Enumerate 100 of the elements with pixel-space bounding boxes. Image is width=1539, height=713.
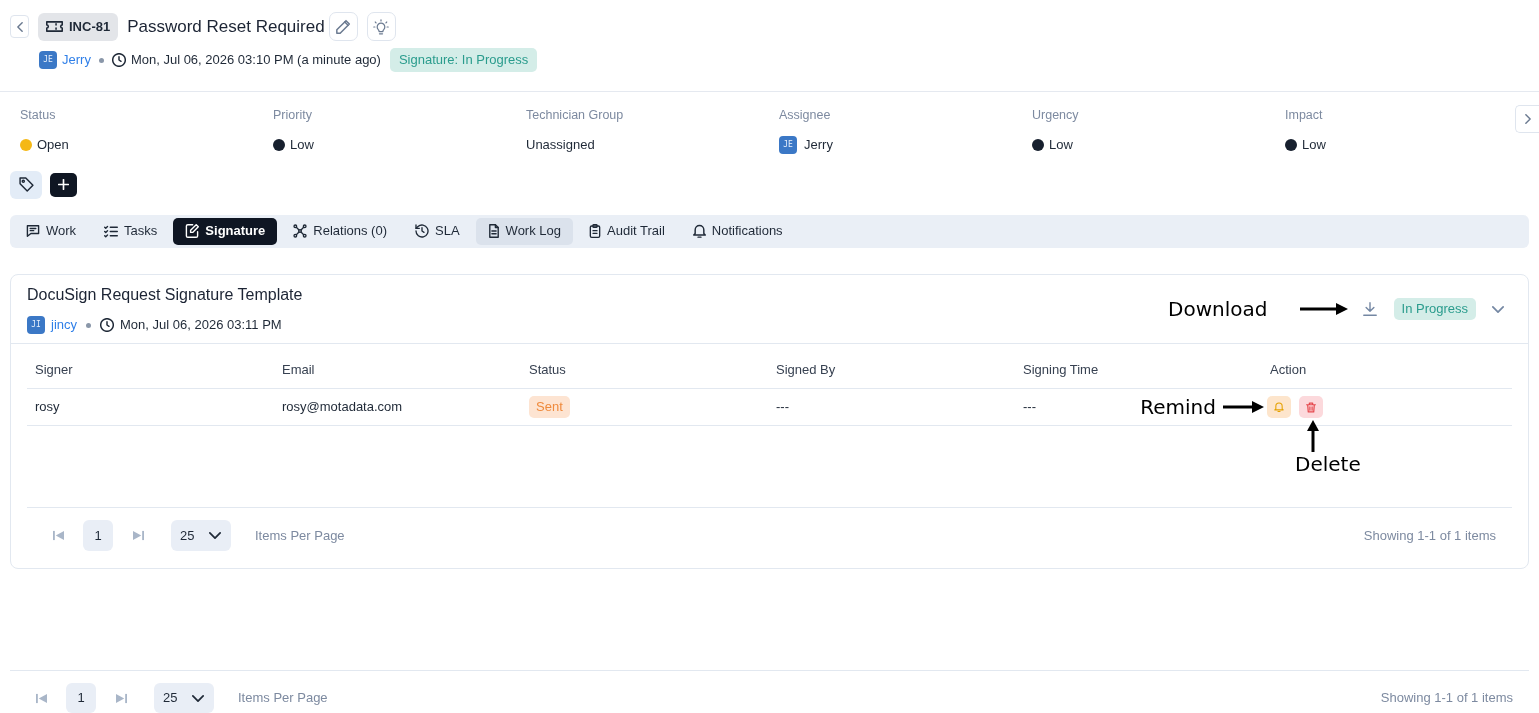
last-page-button[interactable] <box>133 530 144 541</box>
column-header: Email <box>282 362 315 378</box>
delete-button[interactable] <box>1299 396 1323 418</box>
suggestion-button[interactable] <box>366 12 396 41</box>
created-time: Mon, Jul 06, 2026 03:10 PM (a minute ago) <box>130 51 381 70</box>
download-button[interactable] <box>1360 300 1379 319</box>
column-header: Signing Time <box>1023 362 1099 378</box>
field-value: Low <box>1049 135 1073 154</box>
request-status-badge: In Progress <box>1393 298 1476 321</box>
field-label: Technician Group <box>526 107 624 123</box>
field-label: Status <box>20 107 56 123</box>
chevron-left-icon <box>16 21 23 32</box>
first-page-button[interactable] <box>36 692 47 704</box>
ticket-title: Password Reset Required <box>127 15 325 38</box>
message-icon <box>26 224 40 238</box>
field-label: Impact <box>1285 107 1323 123</box>
annotation-arrow <box>1307 420 1319 452</box>
table-cell: --- <box>776 399 789 415</box>
annotation-arrow <box>1223 401 1264 413</box>
add-tag-button[interactable] <box>50 172 77 197</box>
page-size-label: Items Per Page <box>255 526 345 545</box>
requester-link[interactable]: Jerry <box>62 50 91 70</box>
column-header: Action <box>1270 362 1307 378</box>
lightbulb-icon <box>373 18 390 35</box>
avatar-initials: JI <box>27 316 45 334</box>
annotation-label: Download <box>1168 297 1268 322</box>
annotation-label: Remind <box>1140 395 1216 419</box>
tab[interactable]: Notifications <box>680 217 795 245</box>
avatar-initials: JE <box>39 51 57 69</box>
signature-icon <box>185 224 200 238</box>
back-button[interactable] <box>10 15 29 38</box>
plus-icon <box>58 179 69 190</box>
tab[interactable]: Work <box>14 217 89 245</box>
last-page-icon <box>116 692 127 704</box>
chevron-down-icon <box>192 694 204 702</box>
clipboard-icon <box>589 224 601 238</box>
field-value: Unassigned <box>526 135 595 154</box>
first-page-icon <box>36 692 47 704</box>
chevron-down-icon <box>209 532 221 539</box>
tab[interactable]: Work Log <box>475 217 573 245</box>
items-summary: Showing 1-1 of 1 items <box>1363 526 1496 545</box>
trash-icon <box>1306 401 1316 413</box>
network-icon <box>293 224 308 238</box>
chevron-down-icon <box>1492 305 1504 313</box>
avatar-initials: JE <box>779 135 797 154</box>
checklist-icon <box>104 224 119 238</box>
annotation-arrow <box>1299 303 1348 316</box>
page-size-select[interactable]: 25 <box>154 683 214 713</box>
chevron-right-icon <box>1524 114 1531 124</box>
table-cell: --- <box>1023 399 1036 415</box>
history-icon <box>415 224 429 238</box>
document-icon <box>487 224 500 238</box>
tab[interactable]: SLA <box>403 217 472 245</box>
tab[interactable]: Signature <box>173 217 278 245</box>
page-button[interactable]: 1 <box>66 683 96 713</box>
page-size-label: Items Per Page <box>238 689 328 708</box>
side-panel-toggle[interactable] <box>1515 105 1539 133</box>
clock-icon <box>111 53 126 67</box>
bell-icon <box>1274 402 1284 412</box>
download-icon <box>1362 302 1377 317</box>
tags-button[interactable] <box>10 170 42 199</box>
last-page-button[interactable] <box>116 692 127 704</box>
remind-button[interactable] <box>1267 396 1291 418</box>
field-label: Priority <box>273 107 312 123</box>
field-value: Open <box>37 135 69 154</box>
separator-dot-icon <box>98 57 104 63</box>
tag-icon <box>18 177 34 192</box>
collapse-button[interactable] <box>1490 303 1506 315</box>
page-button[interactable]: 1 <box>83 520 113 551</box>
items-summary: Showing 1-1 of 1 items <box>1380 689 1513 708</box>
first-page-icon <box>53 530 64 541</box>
column-header: Signed By <box>776 362 836 378</box>
annotation-label: Delete <box>1295 452 1361 476</box>
field-label: Assignee <box>779 107 831 123</box>
pencil-icon <box>335 19 351 34</box>
last-page-icon <box>133 530 144 541</box>
tab[interactable]: Audit Trail <box>577 217 677 245</box>
tab[interactable]: Relations (0) <box>281 217 399 245</box>
ticket-id: INC-81 <box>69 17 111 36</box>
column-header: Signer <box>35 362 73 378</box>
tab[interactable]: Tasks <box>92 217 170 245</box>
field-value: Low <box>1302 135 1326 154</box>
field-value: Low <box>290 135 314 154</box>
ticket-icon <box>46 21 63 32</box>
separator-dot-icon <box>86 322 91 328</box>
author-link[interactable]: jincy <box>51 315 77 335</box>
bell-icon <box>692 224 706 238</box>
clock-icon <box>100 318 114 332</box>
column-header: Status <box>529 362 566 378</box>
field-label: Urgency <box>1032 107 1079 123</box>
table-cell: rosy <box>35 399 60 415</box>
signature-status-badge: Signature: In Progress <box>389 48 538 72</box>
page-size-select[interactable]: 25 <box>171 520 231 551</box>
request-title: DocuSign Request Signature Template <box>27 284 303 305</box>
table-cell: rosy@motadata.com <box>282 399 403 415</box>
status-badge: Sent <box>529 396 570 418</box>
request-time: Mon, Jul 06, 2026 03:11 PM <box>120 316 282 335</box>
field-value: Jerry <box>804 135 833 154</box>
first-page-button[interactable] <box>53 530 64 541</box>
edit-button[interactable] <box>328 12 358 41</box>
